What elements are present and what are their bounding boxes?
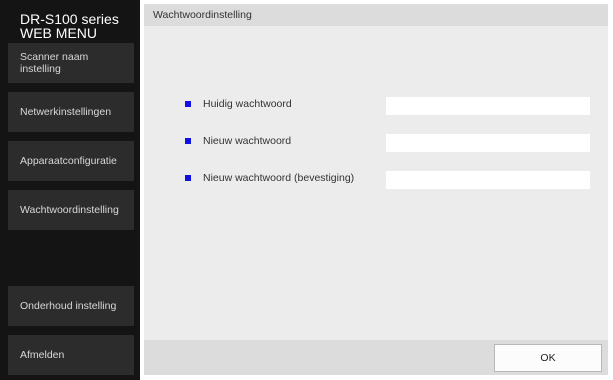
sidebar: DR-S100 series WEB MENU Scanner naam ins… [0, 0, 140, 380]
confirm-password-label: Nieuw wachtwoord (bevestiging) [203, 172, 355, 184]
sidebar-item-maintenance[interactable]: Onderhoud instelling [8, 286, 134, 326]
sidebar-item-label: Onderhoud instelling [20, 300, 117, 312]
sidebar-item-label: Apparaatconfiguratie [20, 155, 117, 167]
ok-button-label: OK [540, 352, 556, 364]
new-password-row: Nieuw wachtwoord [185, 133, 605, 153]
bullet-icon [185, 138, 191, 144]
sidebar-item-logout[interactable]: Afmelden [8, 335, 134, 375]
current-password-label: Huidig wachtwoord [203, 98, 292, 110]
panel-header: Wachtwoordinstelling [144, 4, 608, 26]
sidebar-item-label: Netwerkinstellingen [20, 106, 112, 118]
ok-button[interactable]: OK [494, 344, 602, 372]
sidebar-item-label: Afmelden [20, 349, 65, 361]
confirm-password-row: Nieuw wachtwoord (bevestiging) [185, 170, 605, 190]
current-password-row: Huidig wachtwoord [185, 96, 605, 116]
confirm-password-field[interactable] [386, 171, 590, 189]
bullet-icon [185, 175, 191, 181]
sidebar-item-password[interactable]: Wachtwoordinstelling [8, 190, 134, 230]
bullet-icon [185, 101, 191, 107]
sidebar-item-label-line2: instelling [20, 63, 61, 75]
sidebar-item-device-config[interactable]: Apparaatconfiguratie [8, 141, 134, 181]
page-title: Wachtwoordinstelling [153, 9, 252, 21]
sidebar-item-label: Wachtwoordinstelling [20, 204, 119, 216]
sidebar-item-scanner-name[interactable]: Scanner naam instelling [8, 43, 134, 83]
app-title-line2: WEB MENU [20, 25, 97, 41]
new-password-label: Nieuw wachtwoord [203, 135, 292, 147]
sidebar-item-label-line1: Scanner naam [20, 51, 89, 63]
app-title-line1: DR-S100 series [20, 11, 119, 27]
sidebar-item-label: Scanner naam instelling [20, 51, 88, 75]
current-password-field[interactable] [386, 97, 590, 115]
sidebar-item-network[interactable]: Netwerkinstellingen [8, 92, 134, 132]
app-window: DR-S100 series WEB MENU Scanner naam ins… [0, 0, 613, 380]
app-title: DR-S100 series WEB MENU [20, 12, 140, 40]
new-password-field[interactable] [386, 134, 590, 152]
